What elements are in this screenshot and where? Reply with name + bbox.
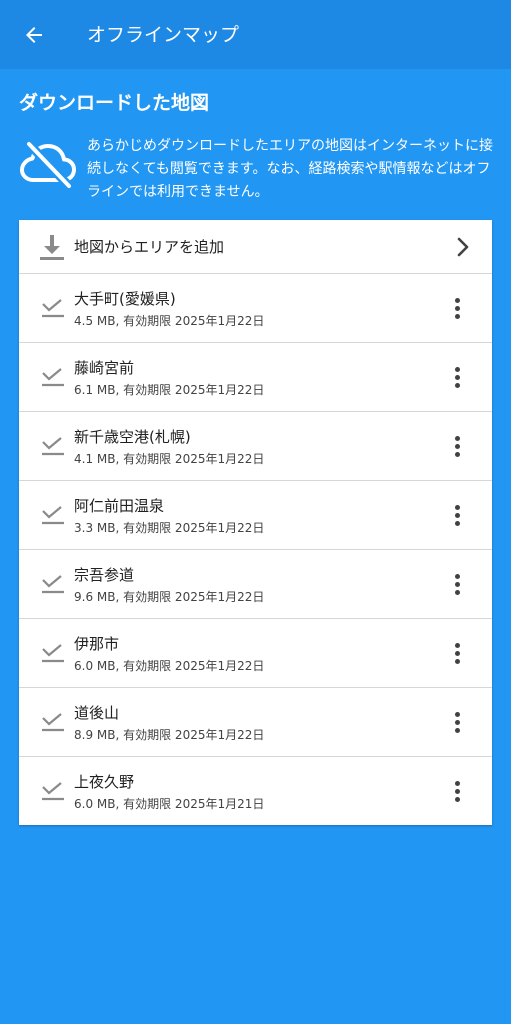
dot	[454, 366, 460, 372]
dot	[454, 650, 460, 656]
more-options-button[interactable]	[442, 292, 472, 324]
dot	[454, 719, 460, 725]
map-name: 新千歳空港(札幌)	[74, 428, 191, 446]
section-title: ダウンロードした地図	[19, 92, 210, 114]
add-area-row[interactable]: 地図からエリアを追加	[19, 220, 492, 274]
app-bar: オフラインマップ	[0, 0, 511, 69]
map-name: 上夜久野	[74, 773, 135, 791]
map-meta: 3.3 MB, 有効期限 2025年1月22日	[74, 521, 265, 535]
dot	[454, 589, 460, 595]
map-list-item[interactable]: 上夜久野 6.0 MB, 有効期限 2025年1月21日	[19, 757, 492, 825]
more-options-button[interactable]	[442, 430, 472, 462]
map-list-item[interactable]: 道後山 8.9 MB, 有効期限 2025年1月22日	[19, 688, 492, 757]
arrow-left-icon	[26, 27, 42, 43]
map-list-item[interactable]: 阿仁前田温泉 3.3 MB, 有効期限 2025年1月22日	[19, 481, 492, 550]
map-name: 宗吾参道	[74, 566, 135, 584]
check-icon	[42, 713, 64, 732]
info-text: あらかじめダウンロードしたエリアの地図はインターネットに接続しなくても閲覧できま…	[87, 138, 493, 200]
dot	[454, 443, 460, 449]
dot	[454, 297, 460, 303]
dot	[454, 305, 460, 311]
more-options-button[interactable]	[442, 499, 472, 531]
dot	[454, 573, 460, 579]
dot	[454, 780, 460, 786]
dot	[454, 382, 460, 388]
map-list-item[interactable]: 新千歳空港(札幌) 4.1 MB, 有効期限 2025年1月22日	[19, 412, 492, 481]
back-button[interactable]	[14, 15, 54, 55]
map-meta: 4.1 MB, 有効期限 2025年1月22日	[74, 452, 265, 466]
map-list-item[interactable]: 伊那市 6.0 MB, 有効期限 2025年1月22日	[19, 619, 492, 688]
dot	[454, 727, 460, 733]
map-list-item[interactable]: 宗吾参道 9.6 MB, 有効期限 2025年1月22日	[19, 550, 492, 619]
dot	[454, 520, 460, 526]
check-icon	[42, 575, 64, 594]
map-list-item[interactable]: 大手町(愛媛県) 4.5 MB, 有効期限 2025年1月22日	[19, 274, 492, 343]
map-meta: 8.9 MB, 有効期限 2025年1月22日	[74, 728, 265, 742]
map-name: 藤崎宮前	[74, 359, 135, 377]
dot	[454, 796, 460, 802]
more-options-button[interactable]	[442, 361, 472, 393]
map-list-item[interactable]: 藤崎宮前 6.1 MB, 有効期限 2025年1月22日	[19, 343, 492, 412]
dot	[454, 788, 460, 794]
dot	[454, 504, 460, 510]
map-meta: 4.5 MB, 有効期限 2025年1月22日	[74, 314, 265, 328]
check-icon	[42, 368, 64, 387]
check-icon	[42, 299, 64, 318]
downloaded-maps-list: 地図からエリアを追加 大手町(愛媛県) 4.5 MB, 有効期限 2025年1月…	[19, 220, 492, 825]
map-name: 道後山	[74, 704, 120, 722]
dot	[454, 512, 460, 518]
map-name: 伊那市	[74, 635, 120, 653]
add-area-label: 地図からエリアを追加	[74, 238, 225, 256]
dot	[454, 451, 460, 457]
dot	[454, 711, 460, 717]
check-icon	[42, 437, 64, 456]
map-name: 阿仁前田温泉	[74, 497, 165, 515]
map-meta: 6.1 MB, 有効期限 2025年1月22日	[74, 383, 265, 397]
check-icon	[42, 644, 64, 663]
dot	[454, 435, 460, 441]
more-options-button[interactable]	[442, 775, 472, 807]
more-options-button[interactable]	[442, 568, 472, 600]
map-name: 大手町(愛媛県)	[74, 290, 176, 308]
dot	[454, 642, 460, 648]
dot	[454, 581, 460, 587]
map-meta: 9.6 MB, 有効期限 2025年1月22日	[74, 590, 265, 604]
dot	[454, 313, 460, 319]
page-title: オフラインマップ	[87, 24, 240, 46]
map-meta: 6.0 MB, 有効期限 2025年1月22日	[74, 659, 265, 673]
map-meta: 6.0 MB, 有効期限 2025年1月21日	[74, 797, 265, 811]
dot	[454, 374, 460, 380]
download-icon	[40, 235, 64, 260]
more-options-button[interactable]	[442, 637, 472, 669]
dot	[454, 658, 460, 664]
check-icon	[42, 782, 64, 801]
chevron-right-icon	[457, 237, 469, 257]
cloud-off-icon	[19, 140, 77, 190]
check-icon	[42, 506, 64, 525]
more-options-button[interactable]	[442, 706, 472, 738]
